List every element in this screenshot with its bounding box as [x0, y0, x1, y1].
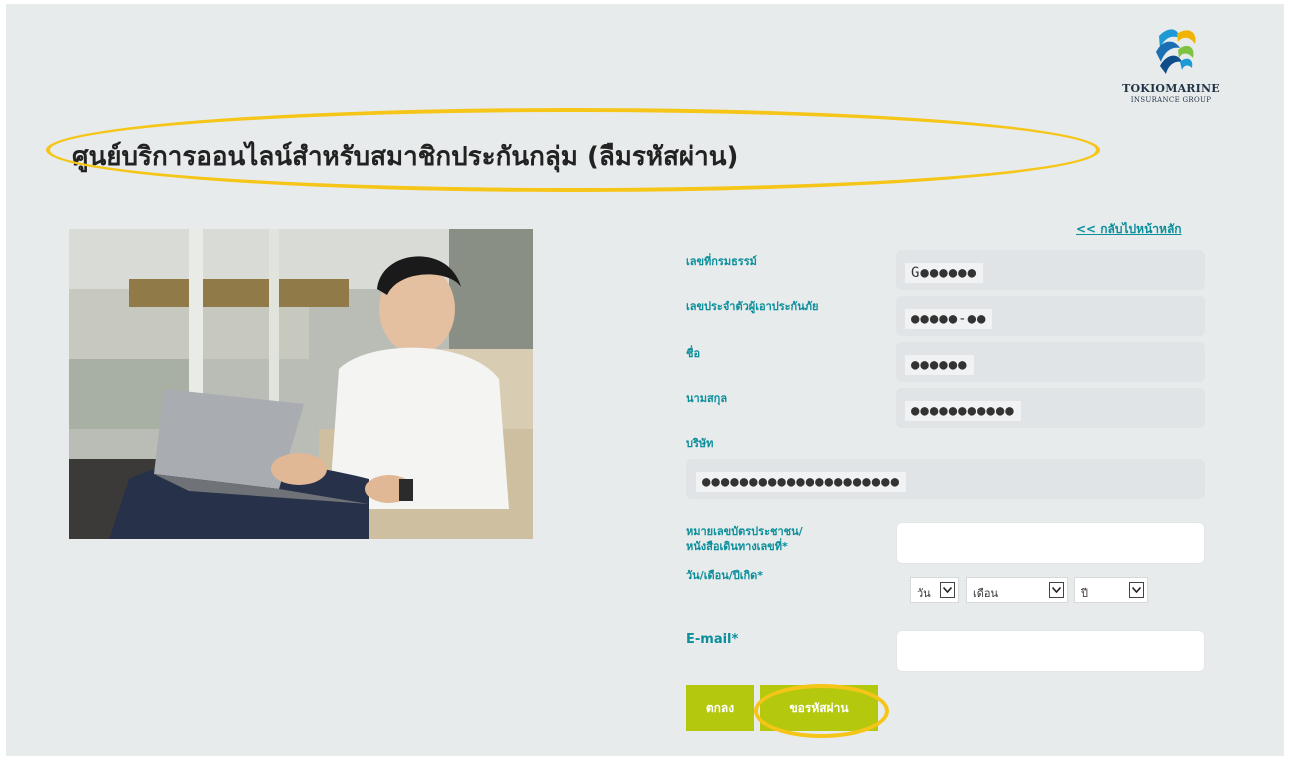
insured-id-label: เลขประจำตัวผู้เอาประกันภัย — [686, 300, 819, 313]
email-input[interactable] — [896, 630, 1205, 672]
logo-line-1: TOKIOMARINE — [1122, 82, 1220, 95]
last-name-label: นามสกุล — [686, 392, 728, 405]
chevron-down-icon — [940, 582, 955, 598]
policy-number-value: G●●●●●● — [905, 263, 984, 283]
chevron-down-icon — [1049, 582, 1064, 598]
day-select[interactable]: วัน — [910, 577, 959, 603]
last-name-value: ●●●●●●●●●●● — [905, 401, 1021, 421]
company-label: บริษัท — [686, 437, 714, 450]
chevron-down-icon — [1129, 582, 1144, 598]
year-select[interactable]: ปี — [1074, 577, 1148, 603]
ok-button[interactable]: ตกลง — [686, 685, 754, 731]
id-card-label: หมายเลขบัตรประชาชน/ หนังสือเดินทางเลขที่… — [686, 524, 803, 554]
id-card-label-line-2: หนังสือเดินทางเลขที่* — [686, 540, 788, 553]
email-label: E-mail* — [686, 632, 739, 647]
logo-text: TOKIOMARINE INSURANCE GROUP — [1112, 82, 1230, 104]
month-select[interactable]: เดือน — [966, 577, 1068, 603]
company-value: ●●●●●●●●●●●●●●●●●●●●● — [696, 472, 907, 492]
back-to-home-link[interactable]: << กลับไปหน้าหลัก — [1076, 220, 1182, 239]
id-card-label-line-1: หมายเลขบัตรประชาชน/ — [686, 525, 803, 538]
year-select-value: ปี — [1081, 587, 1088, 600]
title-highlight-ellipse — [46, 108, 1100, 192]
id-card-input[interactable] — [896, 522, 1205, 564]
day-select-value: วัน — [917, 587, 931, 600]
request-password-highlight-ellipse — [754, 684, 889, 738]
logo-line-2: INSURANCE GROUP — [1130, 96, 1212, 104]
insured-id-value: ●●●●●-●● — [905, 309, 993, 329]
hero-photo — [69, 229, 533, 539]
first-name-value: ●●●●●● — [905, 355, 974, 375]
dob-label: วัน/เดือน/ปีเกิด* — [686, 569, 764, 582]
policy-number-label: เลขที่กรมธรรม์ — [686, 255, 757, 268]
tokio-marine-logo-icon — [1156, 29, 1196, 74]
month-select-value: เดือน — [973, 587, 999, 600]
first-name-label: ชื่อ — [686, 347, 701, 360]
